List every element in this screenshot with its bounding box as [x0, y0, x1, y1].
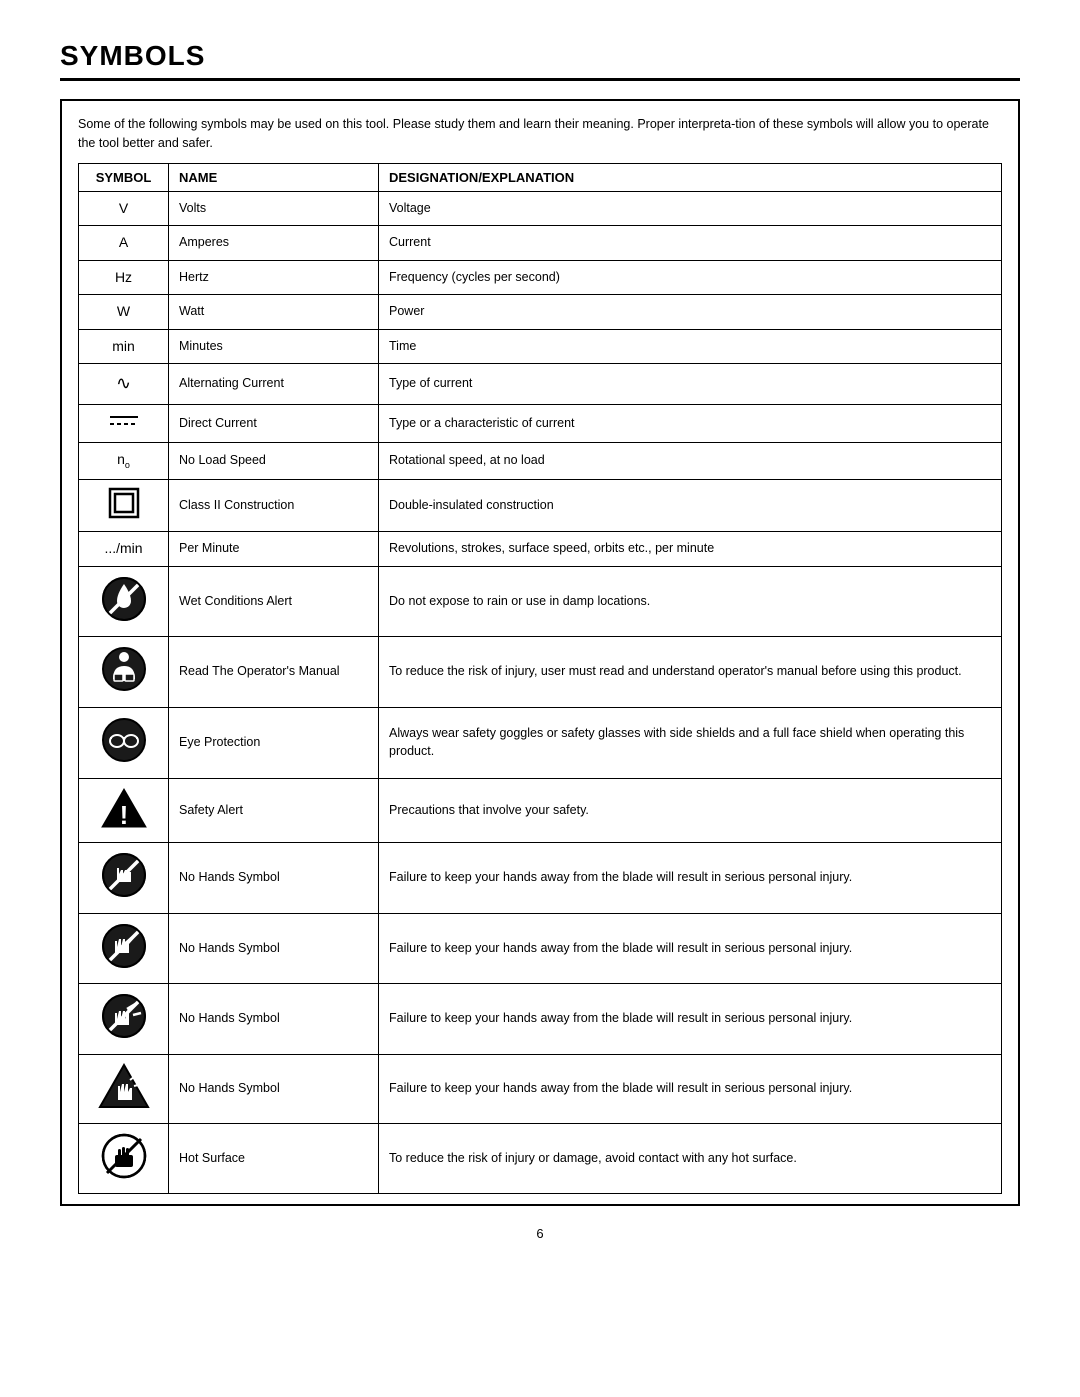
- name-cell: No Hands Symbol: [169, 843, 379, 914]
- table-row: Wet Conditions AlertDo not expose to rai…: [79, 566, 1002, 637]
- symbol-cell: [79, 708, 169, 779]
- table-row: noNo Load SpeedRotational speed, at no l…: [79, 443, 1002, 479]
- explanation-cell: To reduce the risk of injury or damage, …: [379, 1123, 1002, 1194]
- symbols-table: SYMBOL NAME DESIGNATION/EXPLANATION VVol…: [78, 163, 1002, 1195]
- explanation-cell: Power: [379, 295, 1002, 330]
- symbol-cell: ∿: [79, 364, 169, 404]
- explanation-cell: Current: [379, 226, 1002, 261]
- title-divider: [60, 78, 1020, 81]
- symbol-cell: [79, 404, 169, 443]
- table-row: No Hands SymbolFailure to keep your hand…: [79, 984, 1002, 1055]
- table-row: No Hands SymbolFailure to keep your hand…: [79, 843, 1002, 914]
- name-cell: No Load Speed: [169, 443, 379, 479]
- table-row: VVoltsVoltage: [79, 191, 1002, 226]
- name-cell: Direct Current: [169, 404, 379, 443]
- intro-text: Some of the following symbols may be use…: [78, 115, 1002, 153]
- col-name: NAME: [169, 163, 379, 191]
- explanation-cell: Time: [379, 329, 1002, 364]
- explanation-cell: Precautions that involve your safety.: [379, 778, 1002, 843]
- symbol-cell: .../min: [79, 532, 169, 567]
- name-cell: Minutes: [169, 329, 379, 364]
- explanation-cell: Type or a characteristic of current: [379, 404, 1002, 443]
- table-row: Direct CurrentType or a characteristic o…: [79, 404, 1002, 443]
- table-row: HzHertzFrequency (cycles per second): [79, 260, 1002, 295]
- table-row: ! Safety AlertPrecautions that involve y…: [79, 778, 1002, 843]
- symbol-cell: V: [79, 191, 169, 226]
- symbol-cell: !: [79, 778, 169, 843]
- table-row: AAmperesCurrent: [79, 226, 1002, 261]
- table-row: Eye ProtectionAlways wear safety goggles…: [79, 708, 1002, 779]
- explanation-cell: Failure to keep your hands away from the…: [379, 1054, 1002, 1123]
- symbol-cell: [79, 984, 169, 1055]
- explanation-cell: Double-insulated construction: [379, 479, 1002, 532]
- name-cell: Per Minute: [169, 532, 379, 567]
- name-cell: Hertz: [169, 260, 379, 295]
- name-cell: Alternating Current: [169, 364, 379, 404]
- explanation-cell: Failure to keep your hands away from the…: [379, 984, 1002, 1055]
- symbol-cell: [79, 1054, 169, 1123]
- explanation-cell: Failure to keep your hands away from the…: [379, 913, 1002, 984]
- explanation-cell: Revolutions, strokes, surface speed, orb…: [379, 532, 1002, 567]
- explanation-cell: Frequency (cycles per second): [379, 260, 1002, 295]
- explanation-cell: To reduce the risk of injury, user must …: [379, 637, 1002, 708]
- symbol-cell: [79, 479, 169, 532]
- table-row: Hot SurfaceTo reduce the risk of injury …: [79, 1123, 1002, 1194]
- table-row: No Hands SymbolFailure to keep your hand…: [79, 913, 1002, 984]
- name-cell: Hot Surface: [169, 1123, 379, 1194]
- symbol-cell: [79, 566, 169, 637]
- explanation-cell: Do not expose to rain or use in damp loc…: [379, 566, 1002, 637]
- name-cell: Eye Protection: [169, 708, 379, 779]
- name-cell: No Hands Symbol: [169, 984, 379, 1055]
- table-row: .../minPer MinuteRevolutions, strokes, s…: [79, 532, 1002, 567]
- table-row: Read The Operator's ManualTo reduce the …: [79, 637, 1002, 708]
- name-cell: Amperes: [169, 226, 379, 261]
- symbol-cell: A: [79, 226, 169, 261]
- symbol-cell: min: [79, 329, 169, 364]
- table-row: ∿Alternating CurrentType of current: [79, 364, 1002, 404]
- col-symbol: SYMBOL: [79, 163, 169, 191]
- explanation-cell: Voltage: [379, 191, 1002, 226]
- symbol-cell: [79, 637, 169, 708]
- name-cell: Wet Conditions Alert: [169, 566, 379, 637]
- svg-text:!: !: [119, 800, 128, 830]
- table-row: WWattPower: [79, 295, 1002, 330]
- table-row: Class II ConstructionDouble-insulated co…: [79, 479, 1002, 532]
- col-explanation: DESIGNATION/EXPLANATION: [379, 163, 1002, 191]
- symbol-cell: [79, 843, 169, 914]
- table-row: minMinutesTime: [79, 329, 1002, 364]
- name-cell: Class II Construction: [169, 479, 379, 532]
- name-cell: Safety Alert: [169, 778, 379, 843]
- symbol-cell: [79, 1123, 169, 1194]
- symbol-cell: W: [79, 295, 169, 330]
- symbol-cell: no: [79, 443, 169, 479]
- name-cell: Volts: [169, 191, 379, 226]
- explanation-cell: Rotational speed, at no load: [379, 443, 1002, 479]
- name-cell: No Hands Symbol: [169, 913, 379, 984]
- name-cell: Read The Operator's Manual: [169, 637, 379, 708]
- explanation-cell: Failure to keep your hands away from the…: [379, 843, 1002, 914]
- page-title: SYMBOLS: [60, 40, 1020, 72]
- name-cell: Watt: [169, 295, 379, 330]
- table-row: No Hands SymbolFailure to keep your hand…: [79, 1054, 1002, 1123]
- page-number: 6: [60, 1226, 1020, 1241]
- symbol-cell: [79, 913, 169, 984]
- explanation-cell: Always wear safety goggles or safety gla…: [379, 708, 1002, 779]
- table-header-row: SYMBOL NAME DESIGNATION/EXPLANATION: [79, 163, 1002, 191]
- content-box: Some of the following symbols may be use…: [60, 99, 1020, 1206]
- name-cell: No Hands Symbol: [169, 1054, 379, 1123]
- explanation-cell: Type of current: [379, 364, 1002, 404]
- symbol-cell: Hz: [79, 260, 169, 295]
